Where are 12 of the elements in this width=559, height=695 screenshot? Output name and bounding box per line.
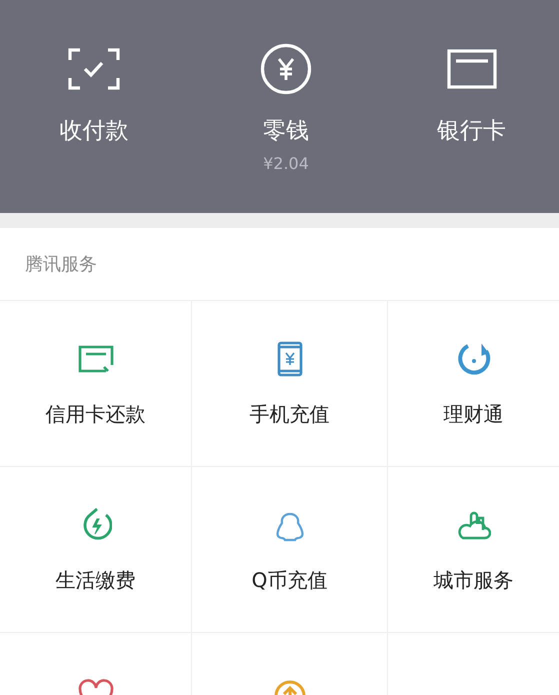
service-tile[interactable]: 生活缴费 — [0, 467, 191, 632]
service-tile[interactable]: 城市服务 — [388, 467, 559, 632]
service-tile[interactable]: Q币充值 — [192, 467, 387, 632]
service-tile[interactable]: 手机充值 — [192, 301, 387, 466]
service-tile[interactable]: 信用卡还款 — [0, 301, 191, 466]
yen-coin-icon — [260, 43, 312, 95]
wallet-action[interactable]: 银行卡 — [384, 0, 559, 213]
balance-amount: ¥2.04 — [263, 154, 309, 173]
service-tile[interactable]: 理财通 — [388, 301, 559, 466]
phone-icon — [276, 341, 302, 377]
wallet-action[interactable]: 零钱 ¥2.04 — [188, 0, 384, 213]
wallet-action[interactable]: 收付款 — [0, 0, 188, 213]
